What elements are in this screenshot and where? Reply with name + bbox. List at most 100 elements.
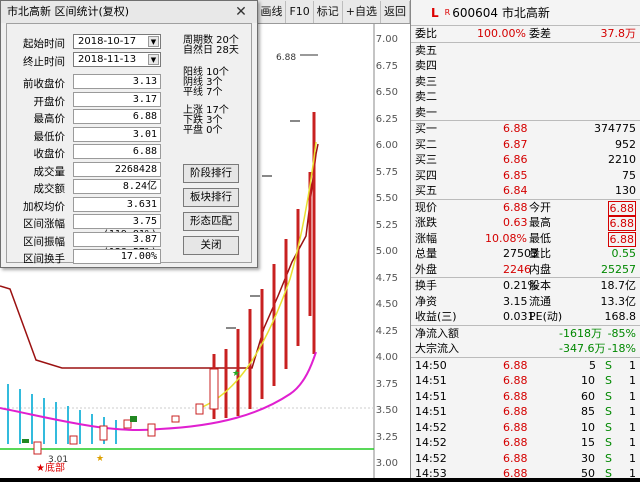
buy-volume: 2210 [608, 153, 636, 166]
tick-time: 14:51 [415, 389, 447, 403]
buy-book: 买一 6.88 374775 买二 6.87 952 买三 6.86 2210 买四 6.85 75 买… [411, 120, 640, 199]
y-tick-label: 3.75 [375, 378, 398, 390]
fund-row: 收益(三) 0.031 PE(动) 168.8 [411, 309, 640, 325]
sector-ranking-button[interactable]: 板块排行 [183, 188, 239, 207]
tick-time: 14:52 [415, 436, 447, 449]
flow-row: 大宗流入 -347.6万 -18% [411, 341, 640, 357]
tick-side: S [605, 405, 612, 418]
buy-volume: 130 [615, 184, 636, 197]
y-tick-label: 4.75 [375, 272, 398, 284]
field-label: 收盘价 [33, 148, 66, 160]
fund-label-2: 流通 [529, 294, 551, 308]
tick-count: 1 [629, 405, 636, 418]
quote-value-2: 6.88 [607, 231, 636, 247]
tick-price: 6.88 [503, 358, 528, 372]
sell-label: 卖四 [415, 59, 437, 72]
tick-count: 1 [629, 374, 636, 387]
quote-label: 涨幅 [415, 231, 437, 245]
buy-volume: 75 [622, 168, 636, 182]
sell-row: 卖三 [411, 74, 640, 90]
y-tick-label: 5.00 [375, 246, 398, 257]
fund-label: 收益(三) [415, 310, 457, 323]
tick-count: 1 [629, 358, 636, 372]
quote-value-2: 0.55 [611, 247, 637, 260]
pattern-match-button[interactable]: 形态匹配 [183, 212, 239, 231]
dialog-title: 市北高新 区间统计(复权) [1, 1, 257, 23]
weicha-value: 37.8万 [600, 27, 637, 40]
stock-name: 市北高新 [501, 6, 550, 20]
fund-label: 换手 [415, 279, 437, 292]
chevron-down-icon[interactable]: ▼ [148, 54, 159, 65]
buy-row: 买三 6.86 2210 [411, 152, 640, 168]
tick-count: 1 [629, 467, 636, 480]
flow-row: 净流入额 -1618万 -85% [411, 326, 640, 342]
buy-row: 买五 6.84 130 [411, 183, 640, 199]
star-marker: ★ [96, 454, 104, 464]
field-value: 3.631 [73, 196, 161, 212]
interval-stats-dialog: 市北高新 区间统计(复权) ✕ 起始时间 2018-10-17 ▼ 终止时间 20… [0, 0, 258, 268]
tick-time: 14:52 [415, 451, 447, 465]
field-value: 2268428 [73, 161, 161, 177]
y-tick-label: 4.25 [375, 325, 398, 337]
bottom-star-label: ★底部 [36, 461, 65, 474]
buy-volume: 374775 [594, 122, 636, 135]
stage-ranking-button[interactable]: 阶段排行 [183, 164, 239, 183]
sell-row: 卖二 [411, 89, 640, 105]
chevron-down-icon[interactable]: ▼ [148, 36, 159, 47]
sell-label: 卖五 [415, 43, 437, 57]
f10-button[interactable]: F10 [286, 0, 314, 23]
sell-row: 卖四 [411, 58, 640, 74]
buy-price: 6.85 [503, 168, 528, 182]
r-badge: R [444, 8, 451, 17]
quote-label-2: 今开 [529, 200, 551, 214]
start-date-picker[interactable]: 2018-10-17 ▼ [73, 34, 161, 49]
fund-label: 净资 [415, 294, 437, 308]
close-icon[interactable]: ✕ [231, 3, 251, 21]
tick-side: S [605, 374, 612, 387]
end-date-value: 2018-11-13 [78, 54, 137, 65]
tick-row: 14:52 6.88 30 S 1 [411, 451, 640, 467]
quote-value: 6.88 [503, 200, 528, 214]
tick-time: 14:51 [415, 405, 447, 418]
close-button[interactable]: 关闭 [183, 236, 239, 255]
buy-label: 买二 [415, 137, 437, 151]
y-tick-label: 7.00 [375, 34, 398, 45]
tick-side: S [605, 389, 612, 403]
draw-line-button[interactable]: 画线 [257, 0, 287, 23]
tick-volume: 5 [589, 358, 596, 372]
tick-price: 6.88 [503, 420, 528, 434]
buy-row: 买一 6.88 374775 [411, 121, 640, 137]
tick-row: 14:53 6.88 50 S 1 [411, 466, 640, 482]
fund-value-2: 168.8 [604, 310, 637, 323]
sell-row: 卖五 [411, 43, 640, 59]
y-tick-label: 4.50 [375, 299, 398, 310]
sell-label: 卖二 [415, 90, 437, 103]
stock-title: L R 600604 市北高新 [411, 0, 640, 26]
tick-row: 14:52 6.88 10 S 1 [411, 420, 640, 436]
start-date-value: 2018-10-17 [78, 36, 137, 47]
tick-side: S [605, 467, 612, 480]
add-watchlist-button[interactable]: +自选 [343, 0, 381, 23]
tick-price: 6.88 [503, 405, 528, 418]
quote-label: 总量 [415, 247, 437, 260]
buy-label: 买一 [415, 122, 437, 135]
weibi-value: 100.00% [477, 27, 526, 40]
tick-price: 6.88 [503, 389, 528, 403]
buy-price: 6.87 [503, 137, 528, 151]
field-label: 最高价 [33, 113, 66, 125]
back-button[interactable]: 返回 [381, 0, 410, 23]
field-label: 加权均价 [23, 200, 65, 213]
tick-price: 6.88 [503, 374, 528, 387]
end-date-picker[interactable]: 2018-11-13 ▼ [73, 52, 161, 67]
field-label: 区间振幅 [23, 235, 65, 248]
fund-label-2: PE(动) [529, 310, 563, 323]
flat-count: 平线 7个 [183, 87, 223, 98]
buy-row: 买四 6.85 75 [411, 168, 640, 184]
mark-button[interactable]: 标记 [314, 0, 343, 23]
quote-row: 总量 27503 量比 0.55 [411, 246, 640, 262]
sell-row: 卖一 [411, 105, 640, 121]
flat-board-count: 平盘 0个 [183, 125, 223, 136]
buy-price: 6.86 [503, 153, 528, 166]
sell-label: 卖一 [415, 105, 437, 119]
end-date-label: 终止时间 [23, 56, 65, 68]
